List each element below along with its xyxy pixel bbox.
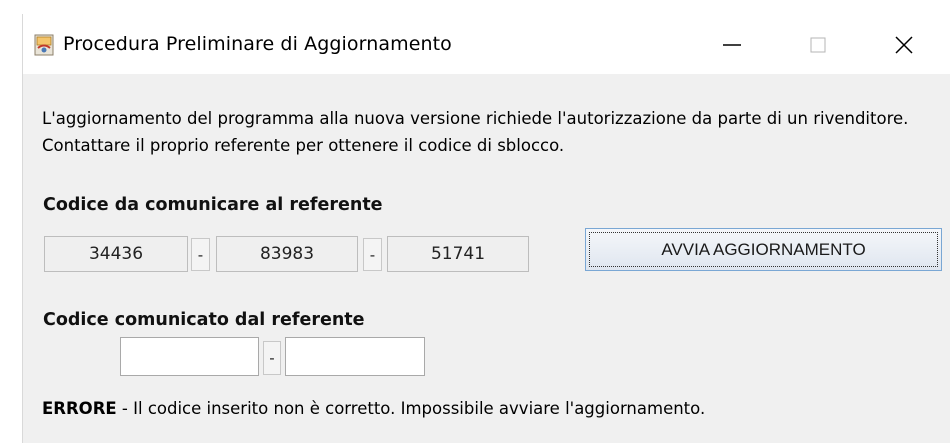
window-title: Procedura Preliminare di Aggiornamento [63,33,452,55]
maximize-icon [810,37,826,53]
unlock-code-separator: - [263,341,281,375]
focus-ring [589,232,938,267]
code-to-send-heading: Codice da comunicare al referente [43,195,383,215]
code-received-heading: Codice comunicato dal referente [43,310,365,330]
installer-app-icon [34,34,54,56]
dialog-window: Procedura Preliminare di Aggiornamento L… [22,14,950,443]
code-part-1: 34436 [44,236,188,272]
code-part-2: 83983 [216,236,358,272]
start-update-button[interactable]: AVVIA AGGIORNAMENTO [585,228,942,271]
code-separator-2: - [363,238,382,271]
code-part-3: 51741 [387,236,529,272]
error-message: ERRORE - Il codice inserito non è corret… [42,399,705,418]
title-bar[interactable]: Procedura Preliminare di Aggiornamento [23,14,950,74]
close-button[interactable] [881,26,927,64]
close-icon [895,36,913,54]
minimize-icon [723,44,741,46]
error-text: - Il codice inserito non è corretto. Imp… [116,399,706,418]
unlock-code-field-1[interactable] [120,337,259,376]
maximize-button[interactable] [795,26,841,64]
minimize-button[interactable] [709,26,755,64]
unlock-code-field-2[interactable] [285,337,425,376]
description-text: L'aggiornamento del programma alla nuova… [42,109,909,155]
code-separator-1: - [191,238,210,271]
error-label: ERRORE [42,399,117,418]
